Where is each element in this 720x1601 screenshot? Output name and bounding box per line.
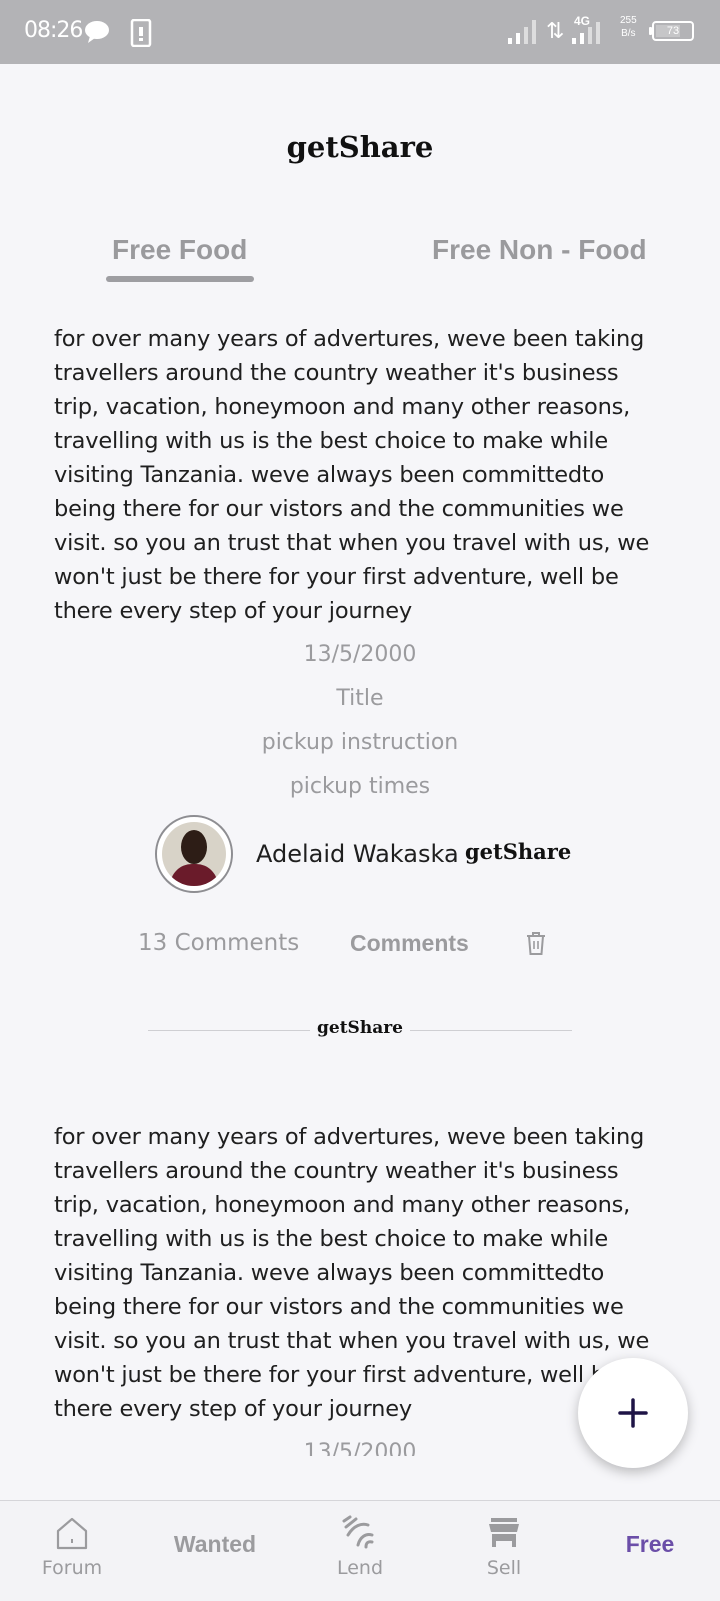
app-title: getShare [286,130,434,164]
chat-notification-icon [85,21,109,43]
phone-notification-icon [130,19,152,47]
store-icon [489,1518,519,1547]
divider-line-right [410,1030,572,1031]
status-time: 08:26 [24,18,83,43]
nav-wanted-label: Wanted [173,1531,257,1557]
author-name[interactable]: Adelaid Wakaska [256,840,459,868]
pickup-times: pickup times [289,774,431,799]
nav-lend-label: Lend [336,1557,384,1579]
comments-count[interactable]: 13 Comments [138,930,299,956]
nav-lend[interactable]: Lend [324,1515,396,1579]
battery-icon: 73 [652,21,694,41]
divider-brand: getShare [317,1018,403,1038]
nav-free-label: Free [625,1531,675,1557]
pickup-instruction: pickup instruction [261,730,459,755]
trash-icon[interactable] [524,930,548,956]
post-description: for over many years of advertures, weve … [54,326,650,624]
bottom-navigation: Forum Wanted Lend Sell Free [0,1500,720,1601]
data-transfer-icon: ⇅ [546,18,565,43]
nav-forum-label: Forum [41,1557,103,1579]
nav-sell-label: Sell [486,1557,522,1579]
nav-wanted[interactable]: Wanted [160,1531,270,1558]
nav-free[interactable]: Free [610,1531,690,1558]
signal-strength-icon-2 [572,22,600,44]
nav-forum[interactable]: Forum [36,1515,108,1579]
comments-button[interactable]: Comments [350,930,469,957]
plus-icon [618,1398,648,1428]
active-tab-indicator [106,276,254,282]
battery-level: 73 [666,25,680,37]
signal-arc-icon [342,1515,374,1549]
home-icon [56,1517,88,1550]
post-description: for over many years of advertures, weve … [54,1124,650,1422]
add-post-button[interactable] [578,1358,688,1468]
status-bar: 08:26 ⇅ 4G 255 B/s 73 [0,0,720,64]
post-date: 13/5/2000 [303,642,417,667]
post-title: Title [336,686,384,711]
author-brand-logo: getShare [465,839,572,864]
tab-free-food[interactable]: Free Food [112,234,247,266]
nav-sell[interactable]: Sell [468,1515,540,1579]
avatar[interactable] [155,815,233,893]
avatar-photo [162,822,226,886]
tab-free-non-food[interactable]: Free Non - Food [432,234,647,266]
signal-strength-icon [508,20,536,44]
network-speed: 255 B/s [620,15,637,39]
